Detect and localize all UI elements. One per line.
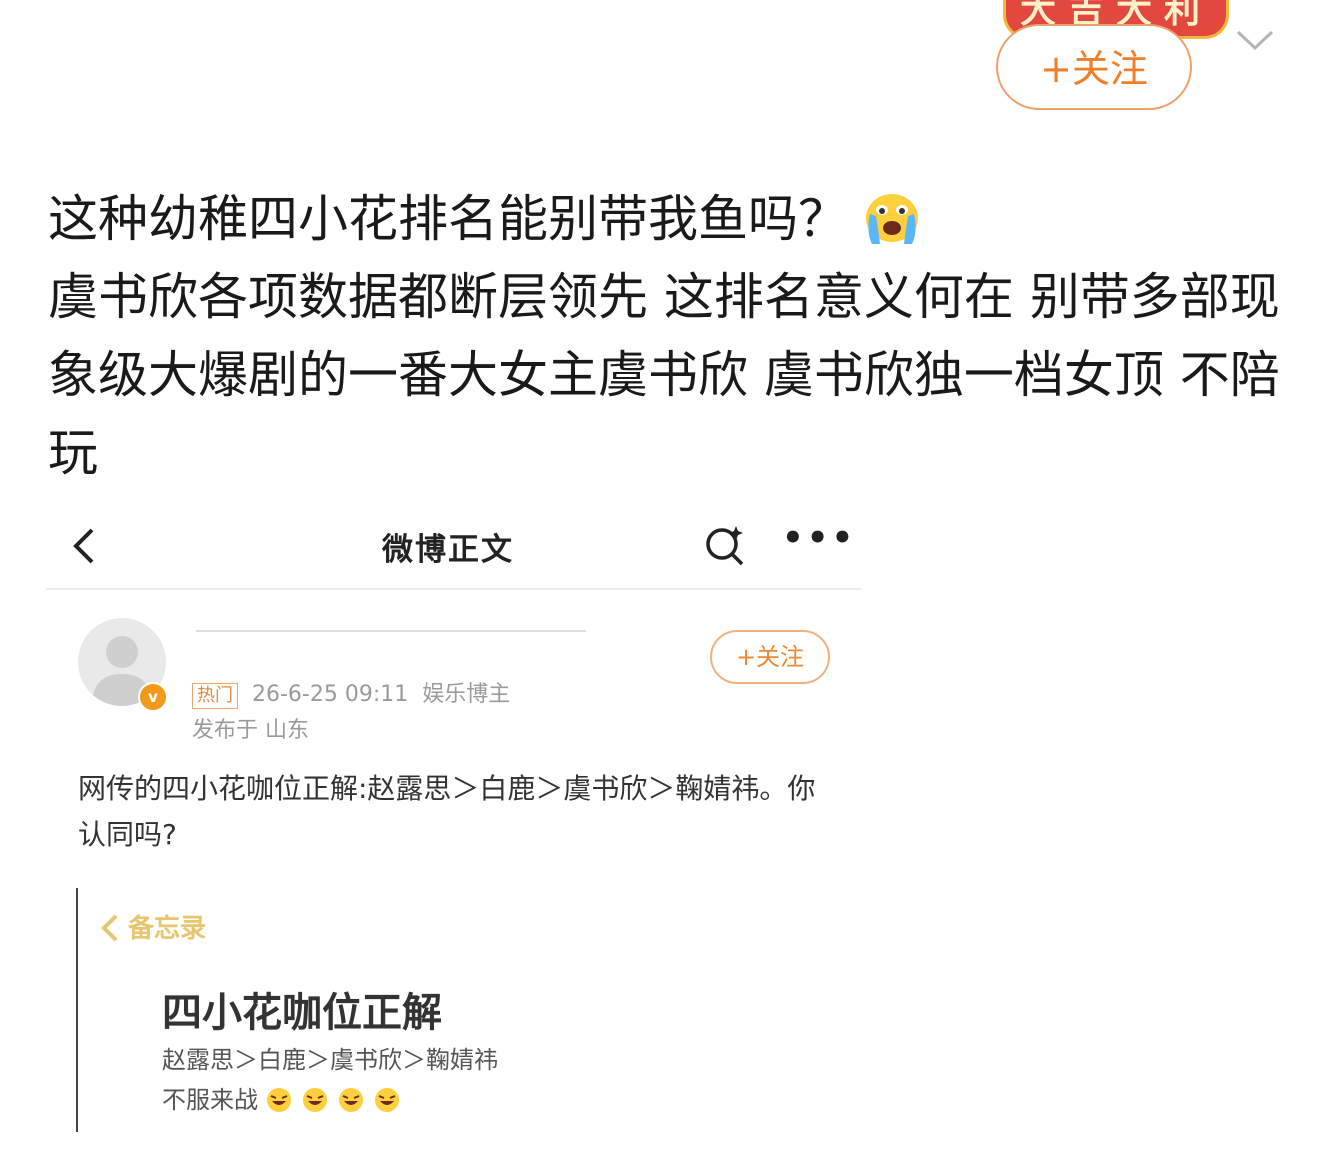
post-date: 26-6-25 09:11 [252, 682, 409, 707]
memo-border [76, 888, 78, 1132]
memo-challenge: 不服来战 [162, 1080, 402, 1115]
nav-title: 微博正文 [382, 532, 514, 568]
laughing-face-icon [339, 1088, 363, 1112]
embedded-follow-button: +关注 [710, 630, 830, 684]
hot-tag: 热门 [192, 683, 238, 709]
search-icon [706, 526, 744, 566]
embedded-screenshot: 微博正文 ••• v +关注 热门 26-6-25 09:11 娱乐博主 发布于 山… [46, 500, 866, 1160]
crying-face-icon [866, 194, 918, 244]
divider [46, 588, 861, 590]
verified-badge: v [138, 682, 168, 712]
memo-title: 四小花咖位正解 [162, 990, 442, 1036]
post-location: 发布于 山东 [192, 718, 309, 743]
embedded-post-text: 网传的四小花咖位正解:赵露思＞白鹿＞虞书欣＞鞠婧祎。你认同吗? [78, 772, 816, 851]
post-line1: 这种幼稚四小花排名能别带我鱼吗？ [48, 190, 848, 248]
author-type: 娱乐博主 [422, 682, 511, 707]
laughing-face-icon [267, 1088, 291, 1112]
more-icon: ••• [782, 518, 857, 558]
memo-back-label: 备忘录 [128, 914, 207, 944]
memo-back: 备忘录 [100, 908, 206, 945]
post-meta: 热门 26-6-25 09:11 娱乐博主 [192, 676, 524, 709]
chevron-down-icon[interactable] [1236, 26, 1274, 56]
laughing-face-icon [303, 1088, 327, 1112]
post-body: 虞书欣各项数据都断层领先 这排名意义何在 别带多部现象级大爆剧的一番大女主虞书欣… [48, 268, 1280, 482]
memo-challenge-text: 不服来战 [162, 1086, 258, 1114]
laughing-face-icon [375, 1088, 399, 1112]
username-placeholder [196, 630, 586, 632]
memo-ranking: 赵露思＞白鹿＞虞书欣＞鞠婧祎 [162, 1046, 498, 1074]
back-arrow-icon [73, 528, 94, 564]
chevron-left-icon [101, 914, 118, 942]
post-text: 这种幼稚四小花排名能别带我鱼吗？ 虞书欣各项数据都断层领先 这排名意义何在 别带… [48, 180, 1288, 492]
follow-button[interactable]: +关注 [996, 24, 1192, 110]
